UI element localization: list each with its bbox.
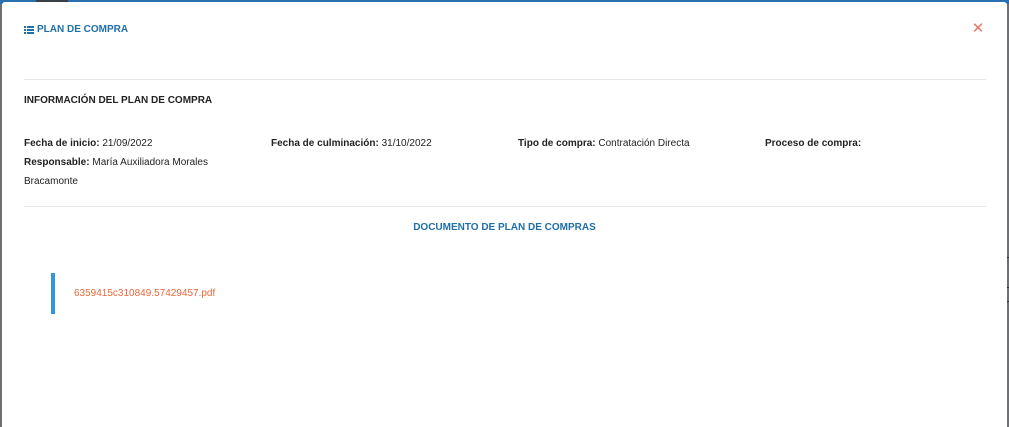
fecha-inicio-value: 21/09/2022 — [102, 138, 153, 149]
proceso-compra-field: Proceso de compra: — [765, 134, 861, 153]
responsable-value-line1: María Auxiliadora Morales — [92, 157, 208, 168]
plan-de-compra-modal: PLAN DE COMPRA ✕ INFORMACIÓN DEL PLAN DE… — [2, 2, 1007, 427]
divider — [24, 79, 986, 80]
list-icon — [24, 25, 34, 34]
tipo-compra-label: Tipo de compra: — [518, 138, 596, 149]
modal-title-text: PLAN DE COMPRA — [37, 24, 129, 35]
fecha-culminacion-value: 31/10/2022 — [381, 138, 432, 149]
tipo-compra-value: Contratación Directa — [598, 138, 690, 149]
close-icon[interactable]: ✕ — [972, 20, 985, 37]
responsable-field: Responsable: María Auxiliadora Morales B… — [24, 153, 244, 191]
fecha-inicio-label: Fecha de inicio: — [24, 138, 100, 149]
responsable-label: Responsable: — [24, 157, 90, 168]
document-item: 6359415c310849.57429457.pdf — [51, 273, 351, 314]
responsable-value-line2: Bracamonte — [24, 176, 78, 187]
modal-title: PLAN DE COMPRA — [24, 24, 128, 35]
fecha-culminacion-field: Fecha de culminación: 31/10/2022 — [271, 134, 432, 153]
info-section-heading: INFORMACIÓN DEL PLAN DE COMPRA — [24, 95, 213, 106]
documents-section-heading: DOCUMENTO DE PLAN DE COMPRAS — [413, 222, 596, 233]
close-button[interactable]: ✕ — [971, 20, 985, 37]
tipo-compra-field: Tipo de compra: Contratación Directa — [518, 134, 690, 153]
document-accent-bar — [51, 273, 55, 314]
fecha-inicio-field: Fecha de inicio: 21/09/2022 — [24, 134, 152, 153]
fecha-culminacion-label: Fecha de culminación: — [271, 138, 379, 149]
divider — [24, 206, 986, 207]
proceso-compra-label: Proceso de compra: — [765, 138, 862, 149]
document-file-link[interactable]: 6359415c310849.57429457.pdf — [74, 288, 215, 299]
